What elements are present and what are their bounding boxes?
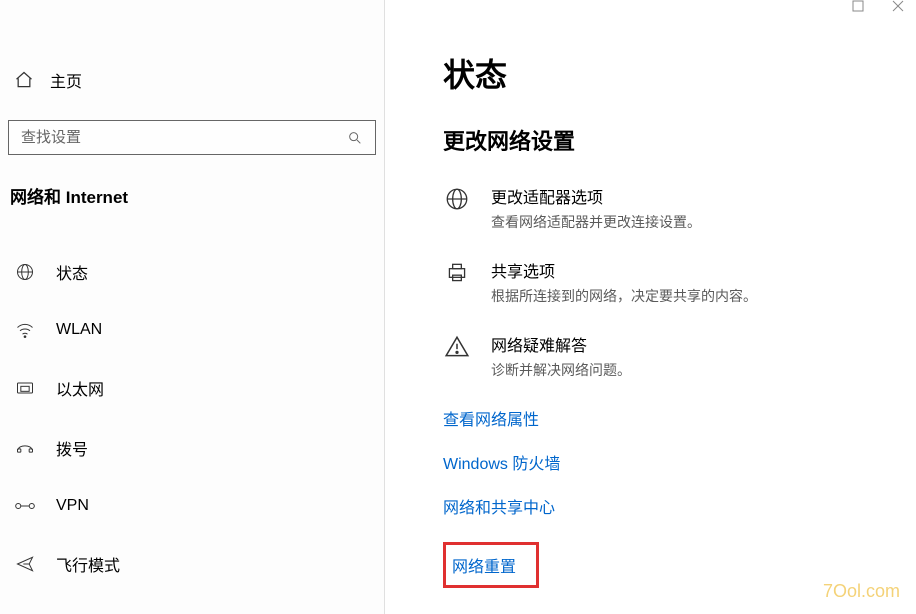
sidebar-item-label: 飞行模式 bbox=[56, 552, 120, 576]
sidebar-item-label: VPN bbox=[56, 497, 89, 515]
nav-list: 状态 WLAN 以太网 拨号 bbox=[0, 242, 384, 594]
vpn-icon bbox=[14, 496, 36, 516]
option-text: 网络疑难解答 诊断并解决网络问题。 bbox=[491, 332, 631, 380]
sidebar-item-vpn[interactable]: VPN bbox=[0, 478, 384, 534]
warning-icon bbox=[443, 332, 471, 380]
printer-icon bbox=[443, 258, 471, 306]
sidebar-item-dialup[interactable]: 拨号 bbox=[0, 418, 384, 478]
highlighted-link-box: 网络重置 bbox=[443, 542, 539, 588]
wifi-icon bbox=[14, 320, 36, 340]
option-title: 共享选项 bbox=[491, 258, 757, 282]
sidebar-item-wlan[interactable]: WLAN bbox=[0, 302, 384, 358]
option-text: 共享选项 根据所连接到的网络，决定要共享的内容。 bbox=[491, 258, 757, 306]
link-firewall[interactable]: Windows 防火墙 bbox=[443, 450, 560, 474]
sidebar: 主页 网络和 Internet 状态 WLAN bbox=[0, 0, 385, 614]
sidebar-heading: 网络和 Internet bbox=[0, 155, 384, 218]
search-box[interactable] bbox=[8, 120, 376, 155]
airplane-icon bbox=[14, 554, 36, 574]
globe-icon bbox=[14, 262, 36, 282]
search-icon bbox=[347, 130, 363, 146]
sidebar-item-airplane[interactable]: 飞行模式 bbox=[0, 534, 384, 594]
option-adapter[interactable]: 更改适配器选项 查看网络适配器并更改连接设置。 bbox=[443, 184, 916, 232]
dialup-icon bbox=[14, 438, 36, 458]
option-text: 更改适配器选项 查看网络适配器并更改连接设置。 bbox=[491, 184, 701, 232]
link-network-reset[interactable]: 网络重置 bbox=[452, 553, 516, 577]
link-view-properties[interactable]: 查看网络属性 bbox=[443, 406, 539, 430]
option-desc: 根据所连接到的网络，决定要共享的内容。 bbox=[491, 286, 757, 306]
option-troubleshoot[interactable]: 网络疑难解答 诊断并解决网络问题。 bbox=[443, 332, 916, 380]
sidebar-item-status[interactable]: 状态 bbox=[0, 242, 384, 302]
link-sharing-center[interactable]: 网络和共享中心 bbox=[443, 494, 555, 518]
option-title: 更改适配器选项 bbox=[491, 184, 701, 208]
option-desc: 查看网络适配器并更改连接设置。 bbox=[491, 212, 701, 232]
section-title: 更改网络设置 bbox=[443, 124, 916, 156]
sidebar-item-label: 以太网 bbox=[56, 376, 104, 400]
page-title: 状态 bbox=[443, 50, 916, 96]
home-icon bbox=[14, 70, 34, 90]
sidebar-item-label: 状态 bbox=[56, 260, 88, 284]
home-button[interactable]: 主页 bbox=[0, 56, 384, 104]
option-desc: 诊断并解决网络问题。 bbox=[491, 360, 631, 380]
globe-icon bbox=[443, 184, 471, 232]
ethernet-icon bbox=[14, 378, 36, 398]
option-sharing[interactable]: 共享选项 根据所连接到的网络，决定要共享的内容。 bbox=[443, 258, 916, 306]
search-input[interactable] bbox=[21, 129, 347, 146]
main-content: 状态 更改网络设置 更改适配器选项 查看网络适配器并更改连接设置。 共享选项 根… bbox=[385, 0, 916, 614]
sidebar-item-label: 拨号 bbox=[56, 436, 88, 460]
sidebar-item-label: WLAN bbox=[56, 321, 102, 339]
home-label: 主页 bbox=[50, 68, 82, 92]
option-title: 网络疑难解答 bbox=[491, 332, 631, 356]
watermark: 7Ool.com bbox=[823, 581, 900, 602]
sidebar-item-ethernet[interactable]: 以太网 bbox=[0, 358, 384, 418]
